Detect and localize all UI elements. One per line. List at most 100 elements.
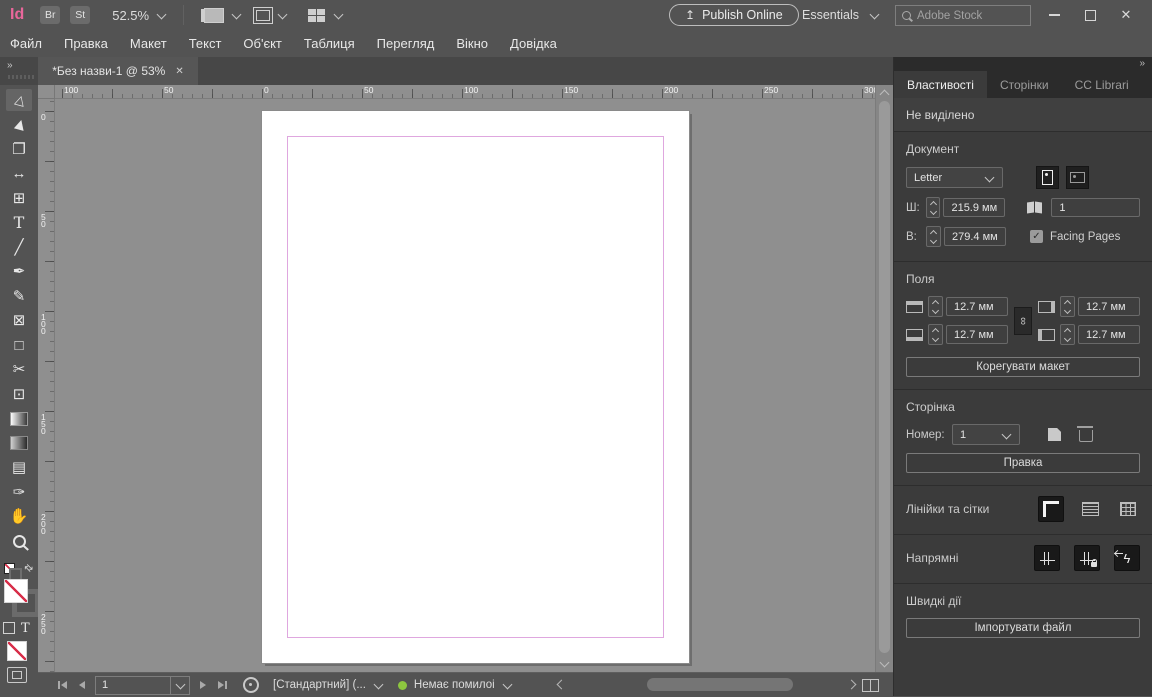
right-margin-field[interactable]: 12.7 мм [1078, 297, 1140, 316]
edit-page-button[interactable]: Правка [906, 453, 1140, 473]
width-stepper[interactable] [926, 197, 941, 218]
page-number-select[interactable]: 1 [952, 424, 1020, 445]
direct-selection-tool[interactable]: ▶ [6, 114, 32, 136]
maximize-button[interactable] [1072, 0, 1108, 30]
scissors-tool[interactable]: ✂ [6, 359, 32, 381]
next-page-button[interactable] [200, 681, 206, 689]
vertical-scrollbar-thumb[interactable] [879, 101, 890, 653]
publish-online-button[interactable]: ↥ Publish Online [669, 4, 799, 26]
scroll-up-icon[interactable] [880, 90, 890, 100]
facing-pages-checkbox[interactable]: ✓ [1030, 230, 1043, 243]
delete-page-icon[interactable] [1079, 430, 1093, 442]
formatting-affects-text-icon[interactable]: T [21, 621, 30, 636]
frame-tool[interactable]: ⊠ [6, 310, 32, 332]
lock-guides-button[interactable] [1074, 545, 1100, 571]
adjust-layout-button[interactable]: Корегувати макет [906, 357, 1140, 377]
split-view-icon[interactable] [862, 679, 879, 692]
import-file-button[interactable]: Імпортувати файл [906, 618, 1140, 638]
page-number-dropdown[interactable]: 1 [95, 676, 190, 695]
minimize-button[interactable] [1036, 0, 1072, 30]
height-field[interactable]: 279.4 мм [944, 227, 1006, 246]
document-grid-button[interactable] [1116, 497, 1140, 521]
page-size-select[interactable]: Letter [906, 167, 1003, 188]
previous-page-button[interactable] [79, 681, 85, 689]
stock-button[interactable]: St [70, 6, 90, 24]
top-margin-field[interactable]: 12.7 мм [946, 297, 1008, 316]
width-field[interactable]: 215.9 мм [943, 198, 1004, 217]
panel-collapse-icon[interactable]: » [1139, 58, 1144, 69]
line-tool[interactable]: ╱ [6, 236, 32, 258]
last-page-button[interactable] [218, 681, 227, 689]
content-collector-tool[interactable]: ⊞ [6, 187, 32, 209]
pasteboard[interactable] [55, 99, 875, 672]
left-margin-stepper[interactable] [1060, 324, 1075, 345]
scroll-left-icon[interactable] [557, 680, 567, 690]
page-count-field[interactable]: 1 [1051, 198, 1140, 217]
panel-tab-0[interactable]: Властивості [894, 71, 987, 98]
new-page-icon[interactable] [1048, 428, 1061, 441]
left-margin-field[interactable]: 12.7 мм [1078, 325, 1140, 344]
menu-item-3[interactable]: Текст [189, 36, 234, 51]
note-tool[interactable]: ▤ [6, 457, 32, 479]
view-options-dropdown-icon[interactable] [232, 9, 242, 19]
horizontal-ruler[interactable]: 10050050100150200250300 [55, 85, 875, 99]
workspace-switcher[interactable]: Essentials [802, 8, 859, 22]
screen-mode-icon[interactable] [256, 10, 270, 21]
show-guides-button[interactable] [1034, 545, 1060, 571]
screen-mode-button[interactable] [7, 667, 27, 683]
gradient-feather-tool[interactable] [6, 432, 32, 454]
menu-item-7[interactable]: Вікно [456, 36, 500, 51]
preflight-preset-label[interactable]: [Стандартний] (... [273, 679, 366, 691]
adobe-stock-search[interactable]: Adobe Stock [895, 5, 1031, 26]
menu-item-4[interactable]: Об'єкт [243, 36, 293, 51]
selection-tool[interactable]: ▷ [6, 89, 32, 111]
horizontal-scrollbar[interactable] [575, 678, 841, 691]
type-tool[interactable]: T [6, 212, 32, 234]
link-margins-icon[interactable]: ∞ [1014, 307, 1032, 335]
smart-guides-button[interactable]: ϟ [1114, 545, 1140, 571]
free-transform-tool[interactable]: ⊡ [6, 383, 32, 405]
pencil-tool[interactable]: ✎ [6, 285, 32, 307]
landscape-orientation-button[interactable] [1066, 166, 1089, 189]
bottom-margin-stepper[interactable] [928, 324, 943, 345]
height-stepper[interactable] [926, 226, 941, 247]
hand-tool[interactable]: ✋ [6, 506, 32, 528]
workspace-dropdown-icon[interactable] [870, 10, 880, 20]
apply-none-button[interactable] [7, 641, 27, 661]
menu-item-0[interactable]: Файл [10, 36, 54, 51]
arrange-documents-icon[interactable] [308, 9, 326, 22]
screen-mode-dropdown-icon[interactable] [278, 9, 288, 19]
vertical-scrollbar[interactable] [875, 85, 893, 672]
top-margin-stepper[interactable] [928, 296, 943, 317]
bottom-margin-field[interactable]: 12.7 мм [946, 325, 1008, 344]
view-options-icon[interactable] [204, 8, 224, 23]
show-rulers-button[interactable] [1038, 496, 1064, 522]
baseline-grid-button[interactable] [1078, 497, 1102, 521]
swap-fill-stroke-icon[interactable]: ⇄ [21, 561, 35, 575]
tab-close-icon[interactable]: ✕ [175, 66, 183, 77]
vertical-ruler[interactable]: 05 01 0 01 5 02 0 02 5 0 [38, 99, 55, 672]
rectangle-tool[interactable]: □ [6, 334, 32, 356]
first-page-button[interactable] [58, 681, 67, 689]
color-theme-tool[interactable]: ✑ [6, 481, 32, 503]
horizontal-scrollbar-thumb[interactable] [647, 678, 793, 691]
panel-tab-1[interactable]: Сторінки [987, 71, 1062, 98]
bridge-button[interactable]: Br [40, 6, 60, 24]
preset-dropdown-icon[interactable] [373, 679, 383, 689]
right-margin-stepper[interactable] [1060, 296, 1075, 317]
pen-tool[interactable]: ✒ [6, 261, 32, 283]
preflight-icon[interactable] [243, 677, 259, 693]
menu-item-6[interactable]: Перегляд [377, 36, 447, 51]
portrait-orientation-button[interactable] [1036, 166, 1059, 189]
page-tool[interactable]: ❐ [6, 138, 32, 160]
formatting-affects-container-icon[interactable] [3, 622, 15, 634]
gap-tool[interactable]: ↔ [6, 163, 32, 185]
panel-tab-2[interactable]: CC Librari [1062, 71, 1142, 98]
zoom-tool[interactable] [6, 530, 32, 552]
scroll-down-icon[interactable] [880, 658, 890, 668]
document-page[interactable] [262, 111, 689, 663]
close-button[interactable]: ✕ [1108, 0, 1144, 30]
menu-item-8[interactable]: Довідка [510, 36, 569, 51]
gradient-tool[interactable] [6, 408, 32, 430]
toolbar-collapse-icon[interactable]: » [7, 60, 12, 71]
